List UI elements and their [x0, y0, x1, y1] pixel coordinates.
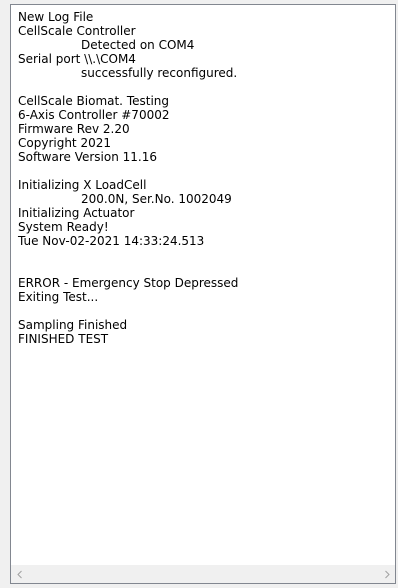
- log-line: CellScale Biomat. Testing: [18, 94, 170, 108]
- log-line: successfully reconfigured.: [81, 66, 238, 80]
- horizontal-scrollbar[interactable]: [11, 565, 395, 583]
- log-line: Copyright 2021: [18, 136, 111, 150]
- log-line: CellScale Controller: [18, 24, 136, 38]
- log-line: System Ready!: [18, 220, 109, 234]
- log-text-area[interactable]: New Log File CellScale Controller Detected…: [10, 4, 396, 584]
- log-line: Initializing X LoadCell: [18, 178, 147, 192]
- blank-line: [18, 248, 391, 262]
- log-line: Exiting Test...: [18, 290, 99, 304]
- log-line: Initializing Actuator: [18, 206, 135, 220]
- chevron-left-icon: [16, 570, 24, 579]
- log-line: 200.0N, Ser.No. 1002049: [81, 192, 232, 206]
- chevron-right-icon: [383, 570, 391, 579]
- log-line: Detected on COM4: [81, 38, 195, 52]
- log-line: Serial port \\.\COM4: [18, 52, 136, 66]
- blank-line: [18, 80, 391, 94]
- scroll-left-button[interactable]: [11, 566, 28, 583]
- log-line: ERROR - Emergency Stop Depressed: [18, 276, 239, 290]
- log-line: New Log File: [18, 10, 94, 24]
- log-line: Sampling Finished: [18, 318, 128, 332]
- log-line: Firmware Rev 2.20: [18, 122, 130, 136]
- blank-line: [18, 164, 391, 178]
- log-lines: New Log File CellScale Controller Detected…: [18, 10, 391, 346]
- log-line: Tue Nov-02-2021 14:33:24.513: [18, 234, 205, 248]
- log-line: 6-Axis Controller #70002: [18, 108, 170, 122]
- scroll-track[interactable]: [28, 566, 378, 583]
- log-line: FINISHED TEST: [18, 332, 109, 346]
- blank-line: [18, 262, 391, 276]
- log-line: Software Version 11.16: [18, 150, 158, 164]
- blank-line: [18, 304, 391, 318]
- scroll-right-button[interactable]: [378, 566, 395, 583]
